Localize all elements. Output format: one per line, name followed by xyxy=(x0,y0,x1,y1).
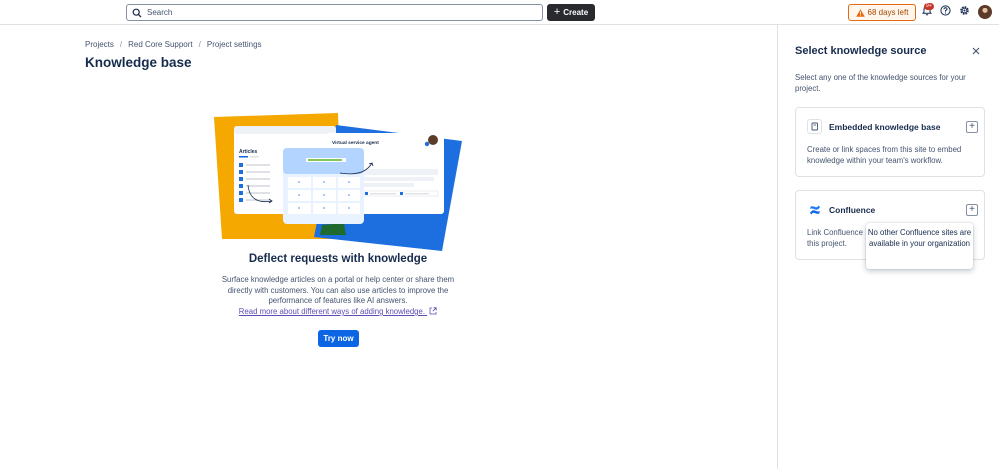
plus-icon: + xyxy=(553,6,561,18)
panel-title: Select knowledge source xyxy=(795,45,927,57)
help-button[interactable] xyxy=(939,3,951,21)
source-card-title: Confluence xyxy=(829,205,876,215)
confluence-icon xyxy=(807,202,822,217)
book-icon xyxy=(807,119,822,134)
plus-icon: + xyxy=(969,204,975,215)
confluence-unavailable-tooltip: No other Confluence sites are available … xyxy=(866,223,973,269)
plus-icon: + xyxy=(969,121,975,132)
search-icon xyxy=(132,8,142,18)
empty-state-title: Deflect requests with knowledge xyxy=(248,253,428,265)
trial-days-button[interactable]: 68 days left xyxy=(848,4,916,21)
add-embedded-knowledge-base-button[interactable]: + xyxy=(966,121,978,133)
read-more-link[interactable]: Read more about different ways of adding… xyxy=(214,307,462,316)
breadcrumb-projects[interactable]: Projects xyxy=(85,40,114,49)
source-card-embedded-knowledge-base[interactable]: Embedded knowledge base + Create or link… xyxy=(795,107,985,177)
help-icon xyxy=(939,3,951,21)
add-confluence-button[interactable]: + xyxy=(966,204,978,216)
close-button[interactable] xyxy=(970,45,982,57)
illustration-articles-heading: Articles xyxy=(239,149,258,155)
page-title: Knowledge base xyxy=(85,55,192,70)
trial-days-label: 68 days left xyxy=(867,8,909,17)
knowledge-source-panel: Select knowledge source Select any one o… xyxy=(777,25,999,469)
breadcrumb-separator: / xyxy=(198,40,201,49)
read-more-link-text[interactable]: Read more about different ways of adding… xyxy=(239,307,425,316)
gear-icon xyxy=(959,3,970,21)
breadcrumb-separator: / xyxy=(119,40,123,49)
breadcrumb-project-settings[interactable]: Project settings xyxy=(207,40,262,49)
source-card-description: Create or link spaces from this site to … xyxy=(807,145,962,165)
source-card-description-line1: Link Confluence xyxy=(807,228,863,237)
illustration-agent-heading: Virtual service agent xyxy=(332,140,379,146)
warning-icon xyxy=(855,8,865,17)
top-navigation-bar: Search + Create 68 days left 9+ xyxy=(0,0,999,25)
external-link-icon xyxy=(427,307,437,316)
breadcrumb-project[interactable]: Red Core Support xyxy=(128,40,192,49)
user-avatar[interactable] xyxy=(978,5,992,19)
settings-button[interactable] xyxy=(958,6,970,18)
create-button-label: Create xyxy=(563,8,589,17)
close-icon xyxy=(972,42,980,60)
panel-description: Select any one of the knowledge sources … xyxy=(795,73,966,93)
source-card-title: Embedded knowledge base xyxy=(829,122,941,132)
try-now-button[interactable]: Try now xyxy=(318,330,359,347)
knowledge-base-illustration: Articles Virtual service agent xyxy=(214,113,462,251)
search-input[interactable]: Search xyxy=(126,4,543,21)
empty-state-description: Surface knowledge articles on a portal o… xyxy=(221,275,455,306)
create-button[interactable]: + Create xyxy=(547,4,595,21)
source-card-description-line2: this project. xyxy=(807,238,847,248)
search-placeholder: Search xyxy=(147,8,173,17)
breadcrumb: Projects / Red Core Support / Project se… xyxy=(85,40,262,49)
notifications-badge: 9+ xyxy=(924,3,934,10)
